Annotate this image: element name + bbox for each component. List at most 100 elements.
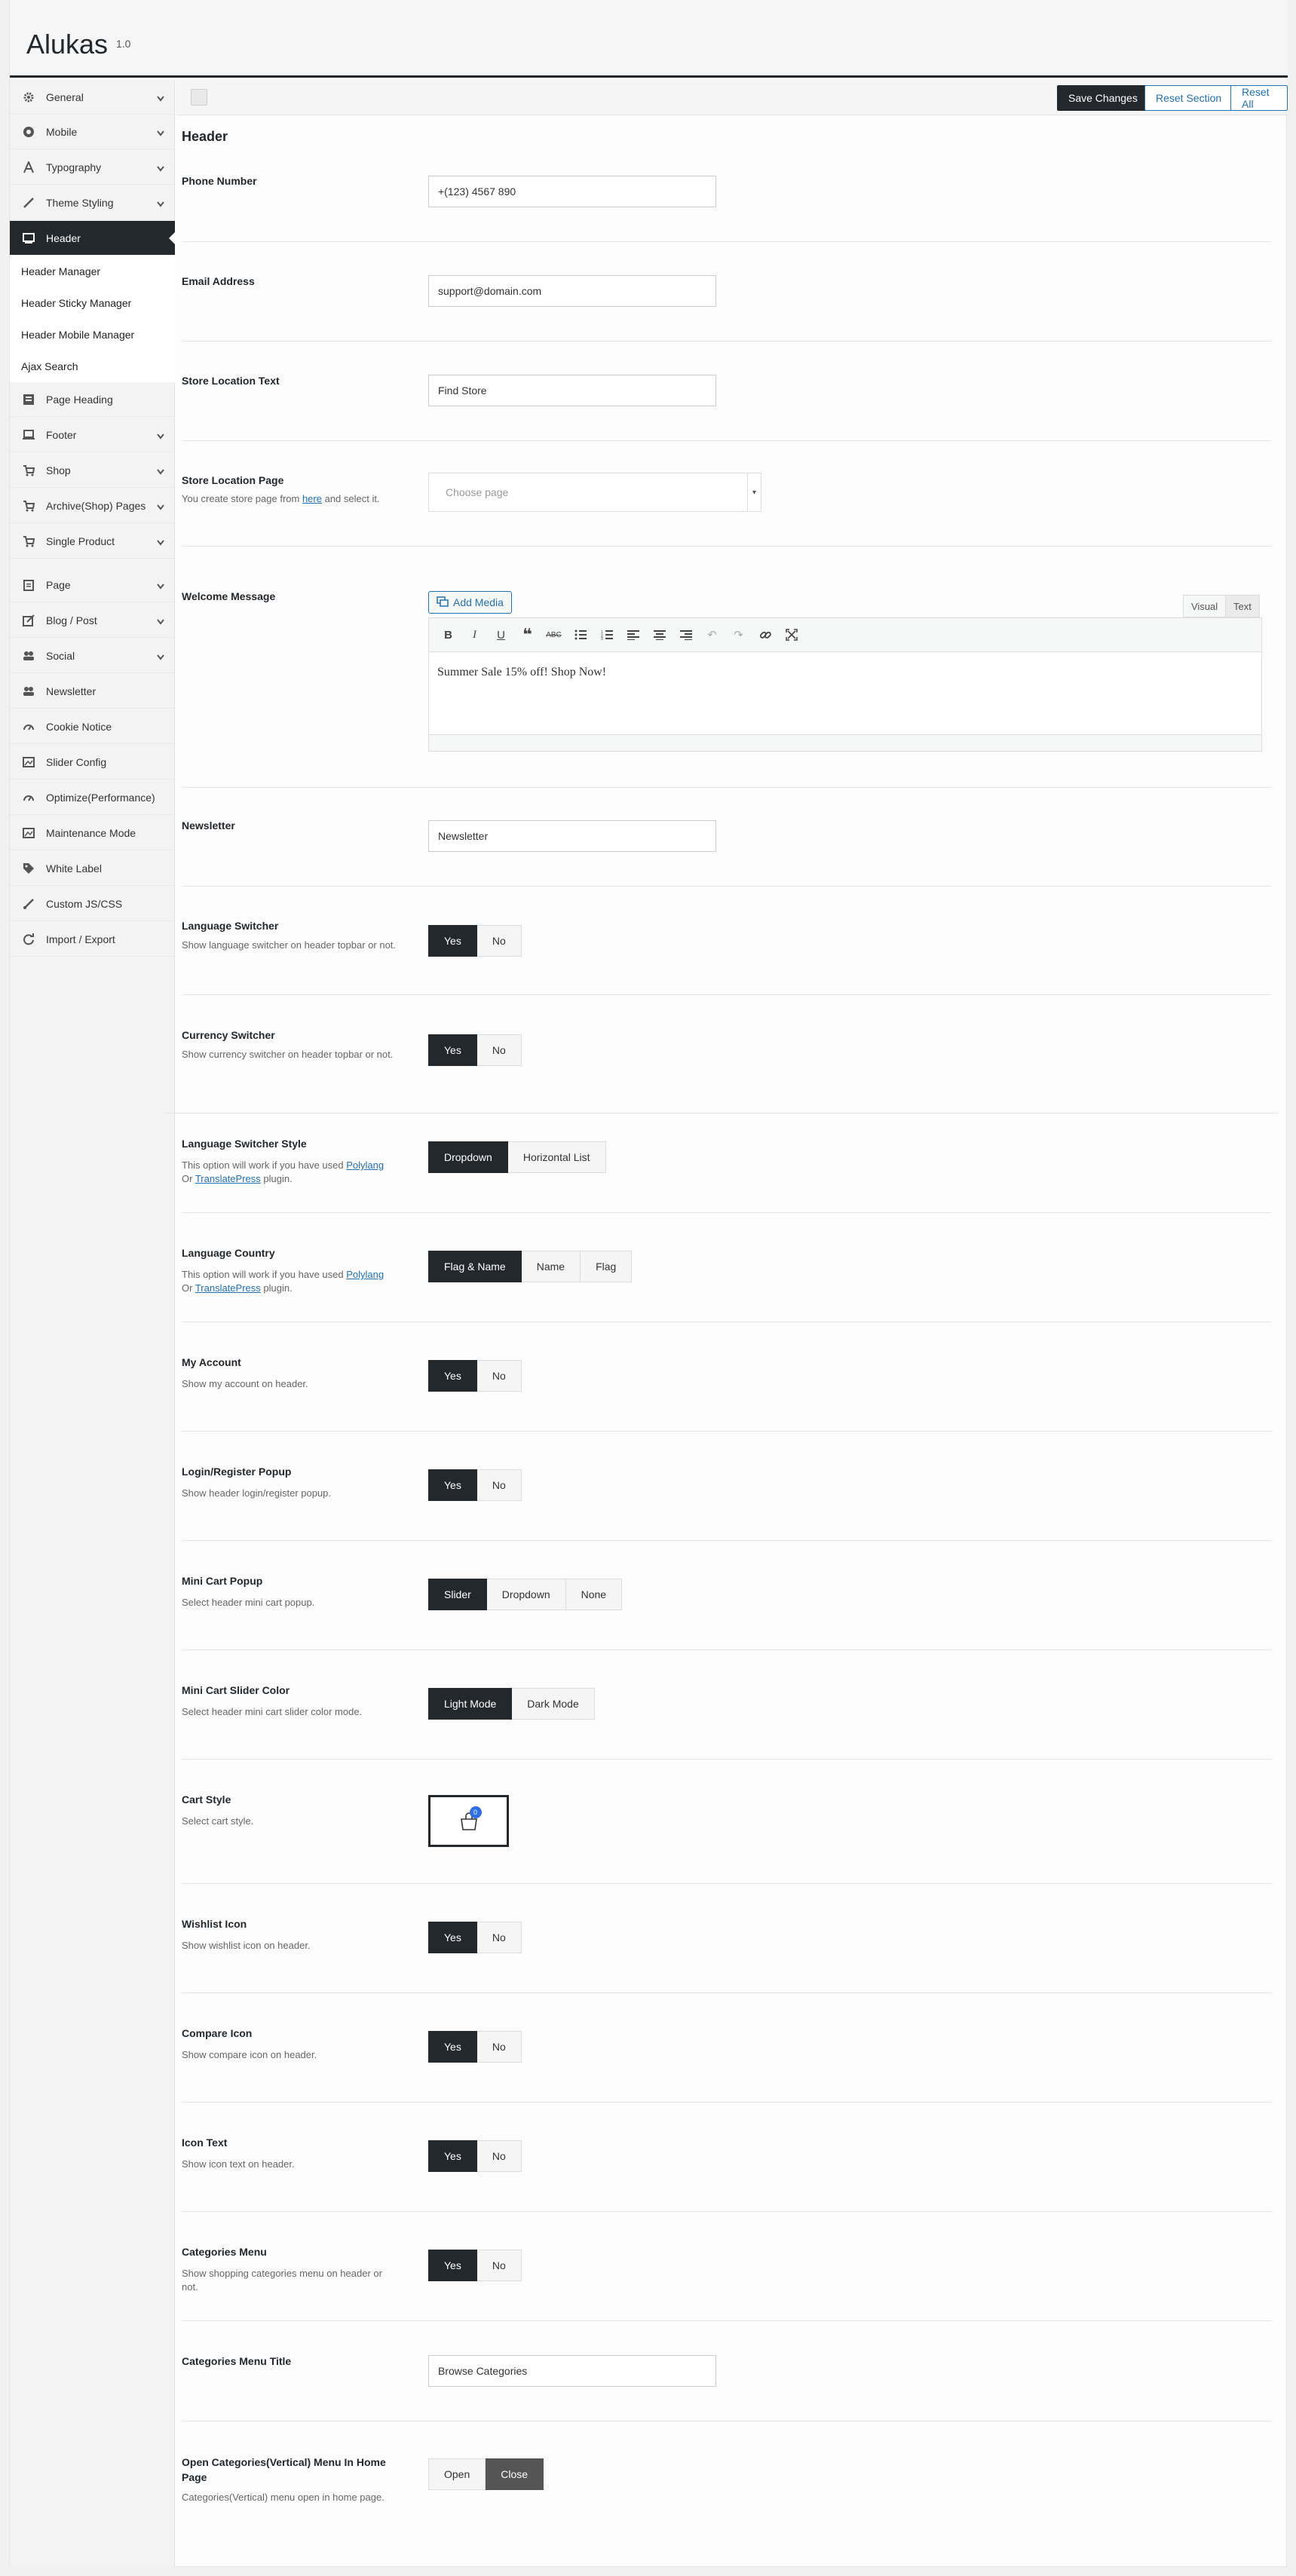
sidebar-item-white-label[interactable]: White Label (10, 851, 175, 886)
sidebar-item-general[interactable]: General (10, 80, 175, 115)
subitem-header-manager[interactable]: Header Manager (10, 256, 175, 287)
no-option[interactable]: No (476, 925, 522, 957)
sidebar-item-header[interactable]: Header (10, 221, 176, 256)
link-icon[interactable] (752, 623, 778, 646)
categories-menu-toggle: Yes No (428, 2250, 522, 2281)
subitem-ajax-search[interactable]: Ajax Search (10, 351, 175, 382)
sidebar-item-blog-post[interactable]: Blog / Post (10, 603, 175, 638)
field-categories-menu-title: Categories Menu Title (182, 2355, 1272, 2421)
subitem-header-mobile-manager[interactable]: Header Mobile Manager (10, 319, 175, 351)
translatepress-link[interactable]: TranslatePress (195, 1173, 261, 1184)
sidebar-item-social[interactable]: Social (10, 639, 175, 673)
bullet-list-icon[interactable] (567, 623, 593, 646)
sidebar-item-optimize[interactable]: Optimize(Performance) (10, 780, 175, 815)
tab-visual[interactable]: Visual (1183, 595, 1227, 617)
align-left-icon[interactable] (620, 623, 646, 646)
yes-option[interactable]: Yes (428, 2250, 477, 2281)
sidebar-item-slider-config[interactable]: Slider Config (10, 745, 175, 780)
sidebar-item-theme-styling[interactable]: Theme Styling (10, 185, 175, 220)
editor-resize-bar[interactable] (428, 735, 1262, 752)
store-location-text-input[interactable] (428, 375, 716, 406)
add-media-button[interactable]: Add Media (428, 591, 512, 614)
categories-menu-title-input[interactable] (428, 2355, 716, 2387)
no-option[interactable]: No (476, 2031, 522, 2063)
reset-all-button[interactable]: Reset All (1230, 85, 1288, 111)
undo-icon[interactable]: ↶ (699, 623, 725, 646)
no-option[interactable]: No (476, 2140, 522, 2172)
email-address-input[interactable] (428, 275, 716, 307)
italic-icon[interactable]: I (461, 623, 488, 646)
dropdown-option[interactable]: Dropdown (428, 1141, 508, 1173)
no-option[interactable]: No (476, 1360, 522, 1392)
name-option[interactable]: Name (521, 1251, 581, 1282)
align-right-icon[interactable] (673, 623, 699, 646)
fullscreen-icon[interactable] (778, 623, 804, 646)
polylang-link[interactable]: Polylang (346, 1159, 384, 1171)
sidebar-item-page-heading[interactable]: Page Heading (10, 382, 175, 417)
sidebar-item-shop[interactable]: Shop (10, 453, 175, 488)
no-option[interactable]: No (476, 1922, 522, 1953)
no-option[interactable]: No (476, 2250, 522, 2281)
editor-content[interactable]: Summer Sale 15% off! Shop Now! (428, 652, 1262, 735)
sidebar-item-import-export[interactable]: Import / Export (10, 922, 175, 957)
sidebar-item-label: Maintenance Mode (46, 826, 136, 839)
none-option[interactable]: None (565, 1579, 623, 1610)
phone-number-input[interactable] (428, 176, 716, 207)
yes-option[interactable]: Yes (428, 1360, 477, 1392)
tab-text[interactable]: Text (1225, 595, 1260, 617)
dropdown-option[interactable]: Dropdown (486, 1579, 566, 1610)
store-page-select[interactable]: Choose page ▾ (428, 473, 761, 512)
here-link[interactable]: here (302, 493, 322, 504)
yes-option[interactable]: Yes (428, 1469, 477, 1501)
light-mode-option[interactable]: Light Mode (428, 1688, 513, 1720)
field-compare-icon: Compare Icon Show compare icon on header… (182, 2027, 1272, 2103)
field-label: Categories Menu (182, 2246, 267, 2258)
save-changes-button[interactable]: Save Changes (1057, 85, 1149, 111)
sidebar-item-footer[interactable]: Footer (10, 418, 175, 452)
field-description: Select header mini cart popup. (182, 1597, 315, 1608)
expand-toggle-button[interactable] (191, 89, 207, 106)
yes-option[interactable]: Yes (428, 1034, 477, 1066)
subitem-header-sticky-manager[interactable]: Header Sticky Manager (10, 287, 175, 319)
sidebar-item-single-product[interactable]: Single Product (10, 524, 175, 559)
sidebar-item-cookie-notice[interactable]: Cookie Notice (10, 709, 175, 744)
sidebar-item-mobile[interactable]: Mobile (10, 115, 175, 149)
sidebar-item-maintenance-mode[interactable]: Maintenance Mode (10, 816, 175, 850)
horizontal-list-option[interactable]: Horizontal List (507, 1141, 606, 1173)
chevron-down-icon (157, 127, 164, 139)
sidebar-item-archive-shop-pages[interactable]: Archive(Shop) Pages (10, 489, 175, 523)
sidebar-item-label: Optimize(Performance) (46, 791, 155, 804)
action-toolbar: Save Changes Reset Section Reset All (176, 80, 1288, 115)
yes-option[interactable]: Yes (428, 1922, 477, 1953)
no-option[interactable]: No (476, 1469, 522, 1501)
newsletter-input[interactable] (428, 820, 716, 852)
bold-icon[interactable]: B (435, 623, 461, 646)
polylang-link[interactable]: Polylang (346, 1269, 384, 1280)
yes-option[interactable]: Yes (428, 925, 477, 957)
reset-section-button[interactable]: Reset Section (1144, 85, 1233, 111)
translatepress-link[interactable]: TranslatePress (195, 1282, 261, 1294)
sidebar-item-page[interactable]: Page (10, 568, 175, 602)
field-language-switcher: Language Switcher Show language switcher… (182, 920, 1272, 995)
yes-option[interactable]: Yes (428, 2140, 477, 2172)
numbered-list-icon[interactable]: 123 (593, 623, 620, 646)
align-center-icon[interactable] (646, 623, 673, 646)
yes-option[interactable]: Yes (428, 2031, 477, 2063)
desc-text: plugin. (260, 1173, 293, 1184)
sidebar-item-typography[interactable]: Typography (10, 150, 175, 185)
flag-and-name-option[interactable]: Flag & Name (428, 1251, 522, 1282)
field-label: Store Location Text (182, 375, 280, 387)
close-option[interactable]: Close (486, 2458, 544, 2490)
cart-style-option[interactable]: 0 (428, 1795, 509, 1847)
sidebar-item-custom-js-css[interactable]: Custom JS/CSS (10, 887, 175, 921)
open-option[interactable]: Open (428, 2458, 486, 2490)
underline-icon[interactable]: U (488, 623, 514, 646)
blockquote-icon[interactable]: ❝ (514, 623, 541, 646)
strikethrough-icon[interactable]: ABC (541, 623, 567, 646)
redo-icon[interactable]: ↷ (725, 623, 752, 646)
sidebar-item-newsletter[interactable]: Newsletter (10, 674, 175, 709)
dark-mode-option[interactable]: Dark Mode (512, 1688, 595, 1720)
slider-option[interactable]: Slider (428, 1579, 487, 1610)
no-option[interactable]: No (476, 1034, 522, 1066)
flag-option[interactable]: Flag (581, 1251, 633, 1282)
